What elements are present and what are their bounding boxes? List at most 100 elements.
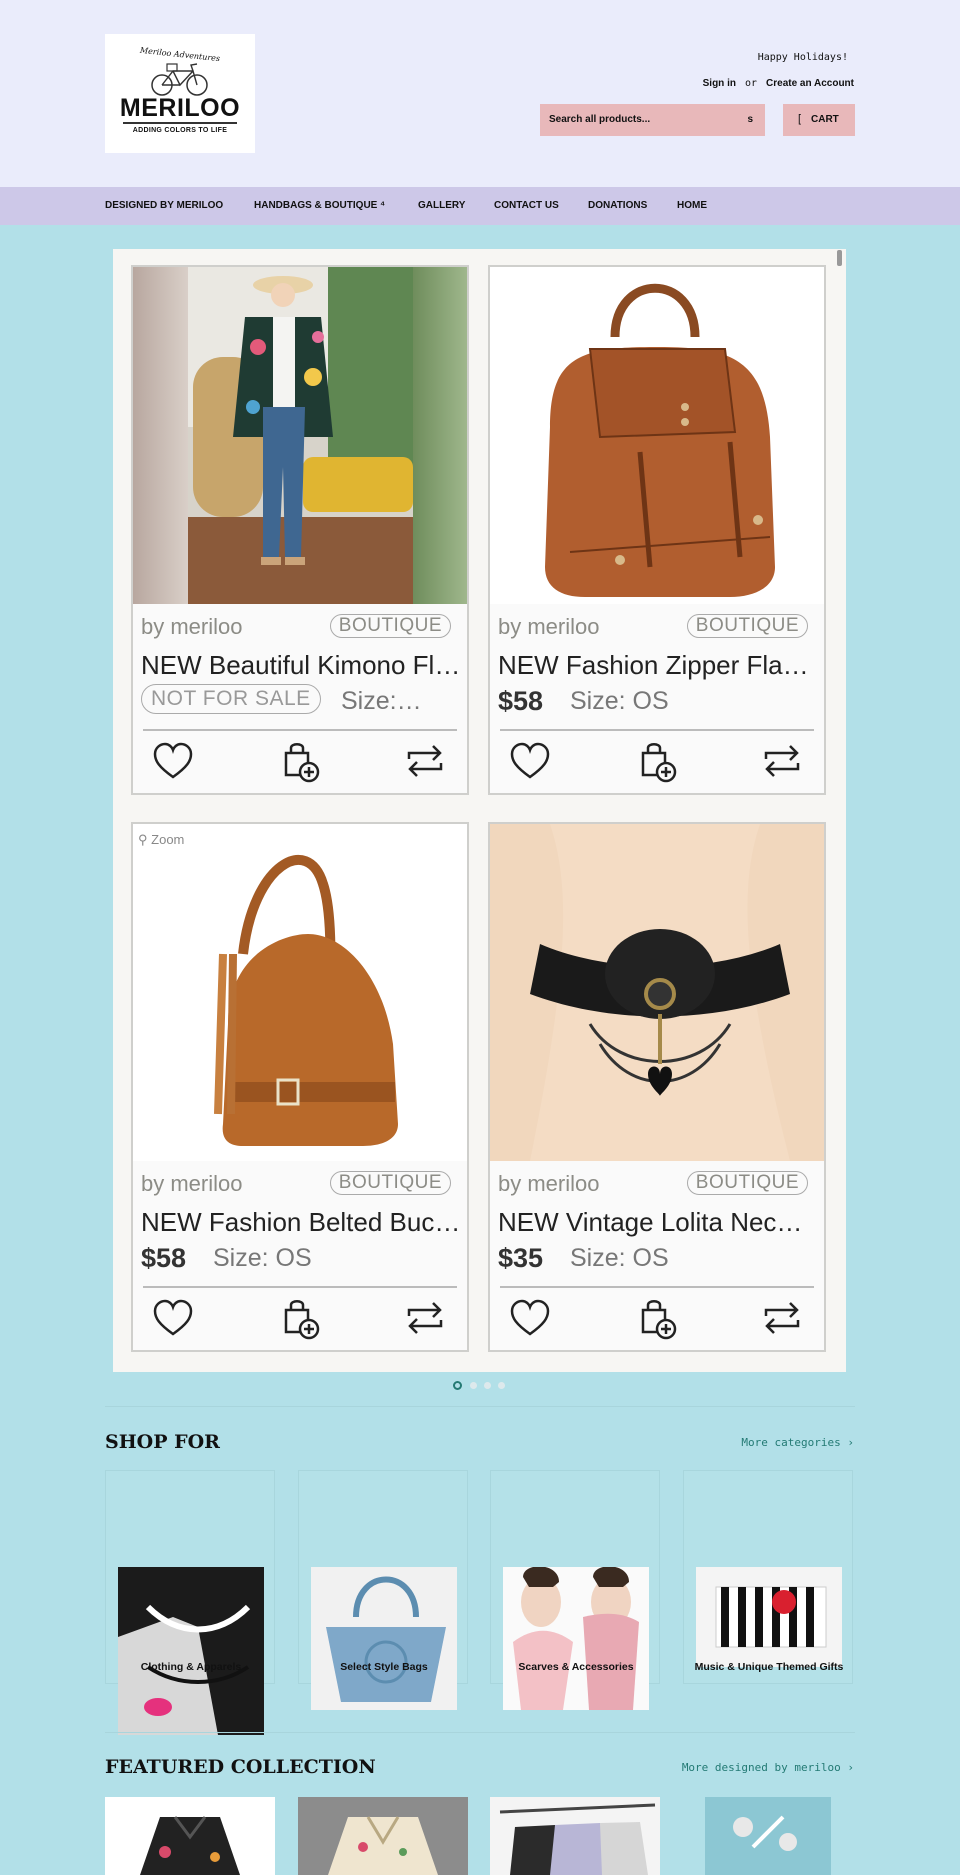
featured-item-jacket-black[interactable]: [105, 1797, 275, 1875]
cart-icon: [: [798, 113, 802, 125]
dropdown-caret-icon: ⁴: [380, 200, 386, 211]
belted-bag-photo: [133, 824, 467, 1161]
kimono-photo: [133, 267, 467, 604]
featured-item-jacket-cream[interactable]: [298, 1797, 468, 1875]
featured-image: [328, 1816, 438, 1875]
create-account-link[interactable]: Create an Account: [766, 78, 854, 89]
product-title[interactable]: NEW Vintage Lolita Nec…: [498, 1207, 820, 1238]
featured-image: [705, 1797, 831, 1875]
logo-brand: MERILOO: [119, 94, 241, 122]
nav-item-home[interactable]: HOME: [677, 200, 707, 211]
card-divider: [500, 1286, 814, 1288]
product-card[interactable]: ⚲ Zoom by meriloo BOUTIQUE NEW Fashion B…: [131, 822, 469, 1352]
heart-icon[interactable]: [508, 1296, 552, 1340]
main-nav: DESIGNED BY MERILOO HANDBAGS & BOUTIQUE …: [0, 187, 960, 225]
product-image-backpack[interactable]: [490, 267, 824, 604]
compare-icon[interactable]: [403, 739, 447, 783]
category-label: Music & Unique Themed Gifts: [694, 1661, 844, 1673]
product-size: Size: OS: [213, 1244, 312, 1272]
product-image-kimono[interactable]: [133, 267, 467, 604]
product-title[interactable]: NEW Fashion Belted Buc…: [141, 1207, 463, 1238]
add-to-bag-icon[interactable]: [278, 739, 322, 783]
featured-item-printed-jacket[interactable]: [683, 1797, 853, 1875]
product-info: by meriloo BOUTIQUE NEW Fashion Belted B…: [133, 1161, 467, 1350]
heart-icon[interactable]: [151, 739, 195, 783]
category-tile-scarves[interactable]: Scarves & Accessories: [490, 1470, 660, 1710]
add-to-bag-icon[interactable]: [635, 1296, 679, 1340]
search-input[interactable]: Search all products... s: [540, 104, 765, 136]
product-price: $58: [141, 1243, 187, 1273]
product-badge: BOUTIQUE: [329, 1171, 451, 1195]
category-image-clothing: [118, 1567, 264, 1735]
cart-button[interactable]: [ CART: [783, 104, 855, 136]
carousel-dot[interactable]: [498, 1382, 505, 1389]
sign-in-link[interactable]: Sign in: [703, 78, 736, 89]
product-info: by meriloo BOUTIQUE NEW Fashion Zipper F…: [490, 604, 824, 793]
compare-icon[interactable]: [760, 1296, 804, 1340]
nav-item-contact-us[interactable]: CONTACT US: [494, 200, 559, 211]
category-tile-bags[interactable]: Select Style Bags: [298, 1470, 468, 1710]
shop-for-heading: SHOP FOR: [105, 1431, 220, 1453]
product-card[interactable]: by meriloo BOUTIQUE NEW Fashion Zipper F…: [488, 265, 826, 795]
product-image-lolita-necklace[interactable]: [490, 824, 824, 1161]
product-title[interactable]: NEW Beautiful Kimono Fl…: [141, 650, 463, 681]
cart-label: CART: [811, 114, 839, 125]
card-divider: [500, 729, 814, 731]
heart-icon[interactable]: [508, 739, 552, 783]
backpack-photo: [490, 267, 824, 604]
nav-item-designed-by-meriloo[interactable]: DESIGNED BY MERILOO: [105, 200, 223, 211]
featured-item-jackets-rack[interactable]: [490, 1797, 660, 1875]
featured-image: [140, 1816, 240, 1875]
compare-icon[interactable]: [760, 739, 804, 783]
carousel-dot[interactable]: [470, 1382, 477, 1389]
category-label: Select Style Bags: [340, 1661, 428, 1673]
category-image-bags: [311, 1567, 457, 1710]
product-vendor: by meriloo: [498, 614, 600, 639]
announcement-text: Happy Holidays!: [757, 52, 848, 63]
nav-item-donations[interactable]: DONATIONS: [588, 200, 647, 211]
category-tile-music-gifts[interactable]: Music & Unique Themed Gifts: [683, 1470, 853, 1684]
nav-item-label: HANDBAGS & BOUTIQUE: [254, 200, 378, 211]
product-badge: BOUTIQUE: [686, 1171, 808, 1195]
carousel-dot[interactable]: [453, 1381, 462, 1390]
category-label: Clothing & Apparels: [140, 1661, 242, 1673]
section-divider: [105, 1406, 855, 1407]
product-title[interactable]: NEW Fashion Zipper Fla…: [498, 650, 820, 681]
card-divider: [143, 1286, 457, 1288]
card-divider: [143, 729, 457, 731]
nav-item-gallery[interactable]: GALLERY: [418, 200, 465, 211]
category-image-music-gifts: [696, 1567, 842, 1667]
product-price: $58: [498, 686, 544, 716]
product-card[interactable]: by meriloo BOUTIQUE NEW Vintage Lolita N…: [488, 822, 826, 1352]
compare-icon[interactable]: [403, 1296, 447, 1340]
site-logo[interactable]: Meriloo Adventures MERILOO ADDING COLORS…: [105, 34, 255, 153]
product-card[interactable]: by meriloo BOUTIQUE NEW Beautiful Kimono…: [131, 265, 469, 795]
product-price: $35: [498, 1243, 544, 1273]
search-placeholder: Search all products...: [549, 114, 651, 125]
nav-item-handbags-boutique[interactable]: HANDBAGS & BOUTIQUE ⁴: [254, 200, 385, 211]
add-to-bag-icon[interactable]: [278, 1296, 322, 1340]
search-icon[interactable]: s: [747, 114, 753, 125]
product-image-belted-bag[interactable]: ⚲ Zoom: [133, 824, 467, 1161]
section-divider: [105, 1732, 855, 1733]
site-header: Meriloo Adventures MERILOO ADDING COLORS…: [0, 0, 960, 187]
product-info: by meriloo BOUTIQUE NEW Beautiful Kimono…: [133, 604, 467, 793]
logo-rule: [123, 122, 237, 124]
bicycle-icon: [151, 63, 208, 96]
more-designed-link[interactable]: More designed by meriloo ›: [682, 1761, 854, 1774]
product-vendor: by meriloo: [141, 614, 243, 639]
not-for-sale-badge: NOT FOR SALE: [141, 684, 321, 714]
carousel-dot[interactable]: [484, 1382, 491, 1389]
product-size: Size: OS: [570, 687, 669, 715]
category-label: Scarves & Accessories: [518, 1661, 634, 1673]
add-to-bag-icon[interactable]: [635, 739, 679, 783]
product-info: by meriloo BOUTIQUE NEW Vintage Lolita N…: [490, 1161, 824, 1350]
more-categories-link[interactable]: More categories ›: [741, 1436, 854, 1449]
heart-icon[interactable]: [151, 1296, 195, 1340]
product-size: Size: OS: [570, 1244, 669, 1272]
category-tile-clothing[interactable]: Clothing & Apparels: [105, 1470, 275, 1735]
carousel-scrollbar[interactable]: [837, 250, 842, 266]
necklace-photo: [490, 824, 824, 1161]
or-separator: or: [744, 78, 758, 89]
zoom-label[interactable]: ⚲ Zoom: [138, 832, 184, 848]
